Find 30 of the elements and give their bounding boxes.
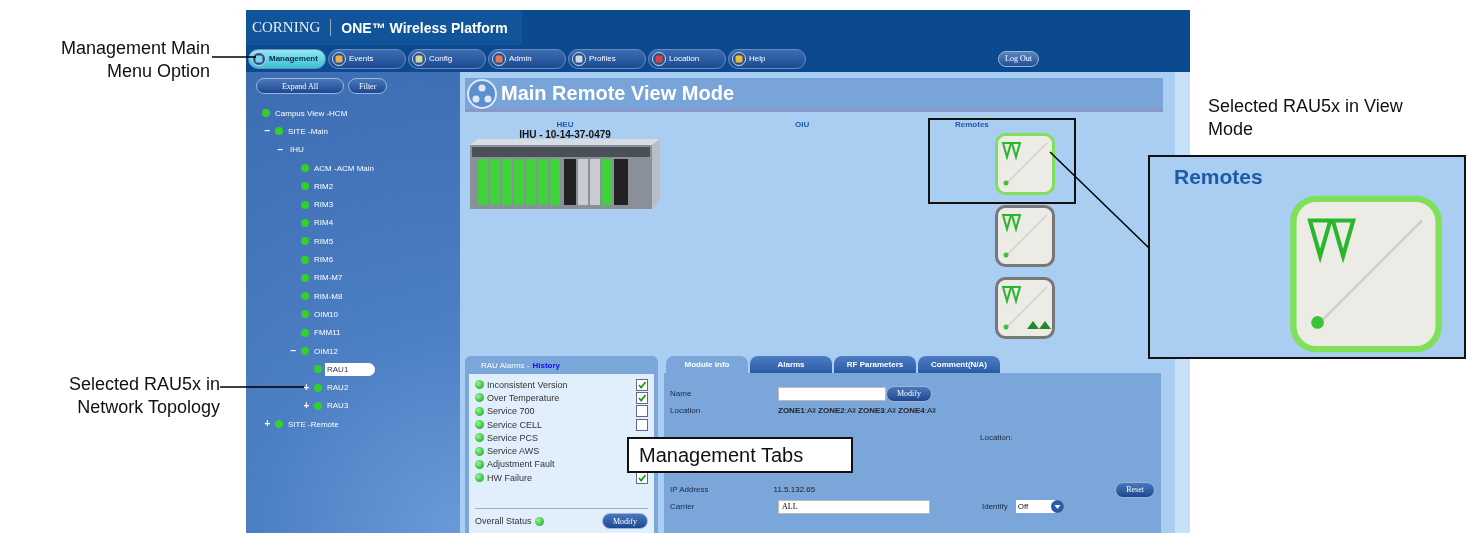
field-label: Identify [982,502,1008,511]
page-title: Main Remote View Mode [501,82,734,105]
ip-address-value: 11.5.132.65 [773,485,817,494]
callout-title: Remotes [1174,165,1263,189]
location-value: ZONE1:All ZONE2:All ZONE3:All ZONE4:All [778,406,936,415]
callout-label: Management Tabs [627,437,853,473]
field-label: Location [670,406,702,415]
panel-title: RAU Alarms - [481,361,530,370]
annotation-text: Management Main Menu Option [59,37,210,84]
product-title: ONE™ Wireless Platform [341,19,508,36]
field-label: Name [670,389,693,398]
alarm-label: Service AWS [487,446,541,457]
column-heading: OIU [795,120,810,129]
chassis-label: IHU - 10-14-37-0479 [519,129,611,140]
alarm-label: Inconsistent Version [487,379,569,390]
alarm-label: Over Temperature [487,392,561,403]
field-label: Location: [980,433,1013,442]
alarm-label: HW Failure [487,472,533,483]
overall-status-label: Overall Status [475,516,532,526]
annotation-text: Selected RAU5x in Network Topology [67,373,220,420]
field-label: Carrier [670,502,696,511]
alarm-label: Service PCS [487,432,540,443]
column-heading: Remotes [955,120,989,129]
brand-logo: CORNING [252,19,332,36]
column-heading: HEU [556,120,574,129]
alarm-label: Service CELL [487,419,544,430]
alarm-label: Adjustment Fault [487,459,556,470]
field-label: IP Address [670,485,710,494]
alarm-label: Service 700 [487,406,536,417]
annotation-text: Selected RAU5x in View Mode [1208,95,1404,142]
